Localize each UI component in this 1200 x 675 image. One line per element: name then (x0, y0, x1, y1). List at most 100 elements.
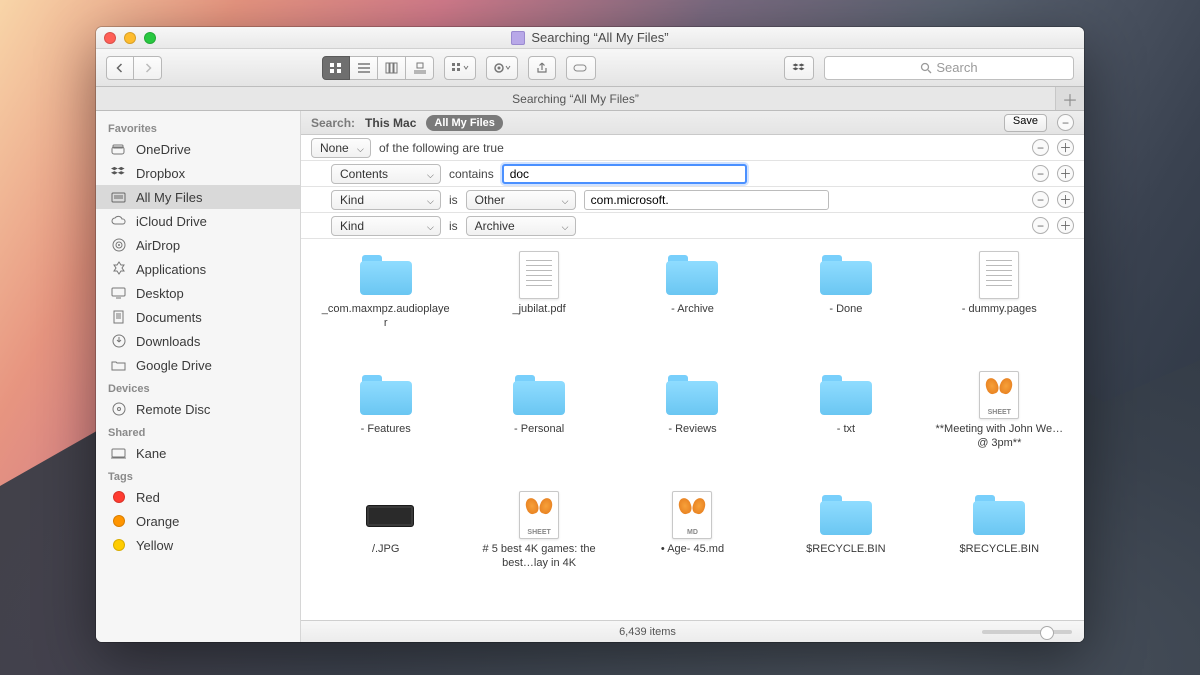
criteria-attr-select[interactable]: Contents (331, 164, 441, 184)
result-label: _jubilat.pdf (512, 303, 565, 317)
save-search-button[interactable]: Save (1004, 114, 1047, 132)
view-buttons (322, 56, 434, 80)
sidebar-item-downloads[interactable]: Downloads (96, 329, 300, 353)
dropbox-button[interactable] (784, 56, 814, 80)
sidebar-item-onedrive[interactable]: OneDrive (96, 137, 300, 161)
toolbar: Search (96, 49, 1084, 87)
icon-size-slider[interactable] (982, 630, 1072, 634)
sidebar-item-google-drive[interactable]: Google Drive (96, 353, 300, 377)
result-item[interactable]: $RECYCLE.BIN (771, 493, 920, 609)
remove-row-button[interactable]: − (1032, 165, 1049, 182)
sidebar-item-desktop[interactable]: Desktop (96, 281, 300, 305)
add-row-button[interactable]: ＋ (1057, 139, 1074, 156)
sidebar-item-label: Downloads (136, 334, 200, 349)
result-item[interactable]: MD• Age- 45.md (618, 493, 767, 609)
remove-row-button[interactable]: − (1032, 217, 1049, 234)
scope-all-my-files[interactable]: All My Files (426, 115, 503, 131)
sidebar-item-label: iCloud Drive (136, 214, 207, 229)
tab-label: Searching “All My Files” (512, 92, 639, 106)
disc-icon (110, 400, 128, 418)
scope-this-mac[interactable]: This Mac (365, 116, 416, 130)
result-item[interactable]: - Done (771, 253, 920, 369)
criteria-row-3: Kind is Archive − ＋ (301, 213, 1084, 239)
result-item[interactable]: SHEET# 5 best 4K games: the best…lay in … (464, 493, 613, 609)
tag-dot-icon (110, 536, 128, 554)
minimize-button[interactable] (124, 32, 136, 44)
result-label: # 5 best 4K games: the best…lay in 4K (474, 543, 604, 571)
sidebar[interactable]: Favorites OneDrive Dropbox All My Files … (96, 111, 301, 642)
sidebar-item-icloud[interactable]: iCloud Drive (96, 209, 300, 233)
criteria-attr-select[interactable]: Kind (331, 190, 441, 210)
sidebar-item-applications[interactable]: Applications (96, 257, 300, 281)
sidebar-item-remote-disc[interactable]: Remote Disc (96, 397, 300, 421)
criteria-value-input[interactable] (584, 190, 829, 210)
sidebar-tag-orange[interactable]: Orange (96, 509, 300, 533)
airdrop-icon (110, 236, 128, 254)
document-icon (519, 251, 559, 299)
new-tab-button[interactable]: ＋ (1056, 87, 1084, 110)
coverflow-view-button[interactable] (406, 56, 434, 80)
remove-row-button[interactable]: − (1032, 139, 1049, 156)
sidebar-item-label: Kane (136, 446, 166, 461)
result-item[interactable]: - Archive (618, 253, 767, 369)
search-label: Search: (311, 116, 355, 130)
list-view-button[interactable] (350, 56, 378, 80)
criteria-value-input[interactable] (502, 164, 747, 184)
result-label: - dummy.pages (962, 303, 1037, 317)
search-scope-bar: Search: This Mac All My Files Save − (301, 111, 1084, 135)
sidebar-item-label: OneDrive (136, 142, 191, 157)
result-item[interactable]: _jubilat.pdf (464, 253, 613, 369)
sidebar-item-kane[interactable]: Kane (96, 441, 300, 465)
close-button[interactable] (104, 32, 116, 44)
result-item[interactable]: SHEET**Meeting with John We…@ 3pm** (925, 373, 1074, 489)
tag-dot-icon (110, 488, 128, 506)
add-row-button[interactable]: ＋ (1057, 217, 1074, 234)
sidebar-item-dropbox[interactable]: Dropbox (96, 161, 300, 185)
result-item[interactable]: - Personal (464, 373, 613, 489)
criteria-op: is (449, 219, 458, 233)
result-item[interactable]: - dummy.pages (925, 253, 1074, 369)
result-item[interactable]: - Reviews (618, 373, 767, 489)
documents-icon (110, 308, 128, 326)
share-button[interactable] (528, 56, 556, 80)
result-label: /.JPG (372, 543, 400, 557)
search-icon (920, 62, 932, 74)
result-item[interactable]: - Features (311, 373, 460, 489)
criteria-attr-select[interactable]: Kind (331, 216, 441, 236)
result-item[interactable]: _com.maxmpz.audioplayer (311, 253, 460, 369)
result-item[interactable]: $RECYCLE.BIN (925, 493, 1074, 609)
criteria-value-select[interactable]: Other (466, 190, 576, 210)
add-row-button[interactable]: ＋ (1057, 191, 1074, 208)
search-field[interactable]: Search (824, 56, 1074, 80)
sidebar-item-all-my-files[interactable]: All My Files (96, 185, 300, 209)
folder-icon (360, 375, 412, 415)
column-view-button[interactable] (378, 56, 406, 80)
main-content: Search: This Mac All My Files Save − Non… (301, 111, 1084, 642)
action-button[interactable] (486, 56, 518, 80)
tags-button[interactable] (566, 56, 596, 80)
result-item[interactable]: - txt (771, 373, 920, 489)
tab-searching[interactable]: Searching “All My Files” (96, 87, 1056, 110)
remove-row-button[interactable]: − (1032, 191, 1049, 208)
back-button[interactable] (106, 56, 134, 80)
sidebar-item-airdrop[interactable]: AirDrop (96, 233, 300, 257)
sidebar-item-documents[interactable]: Documents (96, 305, 300, 329)
remove-criteria-button[interactable]: − (1057, 114, 1074, 131)
results-area[interactable]: _com.maxmpz.audioplayer _jubilat.pdf - Arc… (301, 239, 1084, 620)
result-label: - Features (361, 423, 411, 437)
criteria-value-select[interactable]: Archive (466, 216, 576, 236)
result-label: - Archive (671, 303, 714, 317)
icon-view-button[interactable] (322, 56, 350, 80)
forward-button[interactable] (134, 56, 162, 80)
search-placeholder: Search (936, 60, 977, 75)
sidebar-tag-yellow[interactable]: Yellow (96, 533, 300, 557)
zoom-button[interactable] (144, 32, 156, 44)
criteria-joiner-select[interactable]: None (311, 138, 371, 158)
folder-icon (666, 255, 718, 295)
add-row-button[interactable]: ＋ (1057, 165, 1074, 182)
result-label: • Age- 45.md (661, 543, 724, 557)
result-item[interactable]: /.JPG (311, 493, 460, 609)
sidebar-tag-red[interactable]: Red (96, 485, 300, 509)
arrange-button[interactable] (444, 56, 476, 80)
folder-icon (820, 255, 872, 295)
